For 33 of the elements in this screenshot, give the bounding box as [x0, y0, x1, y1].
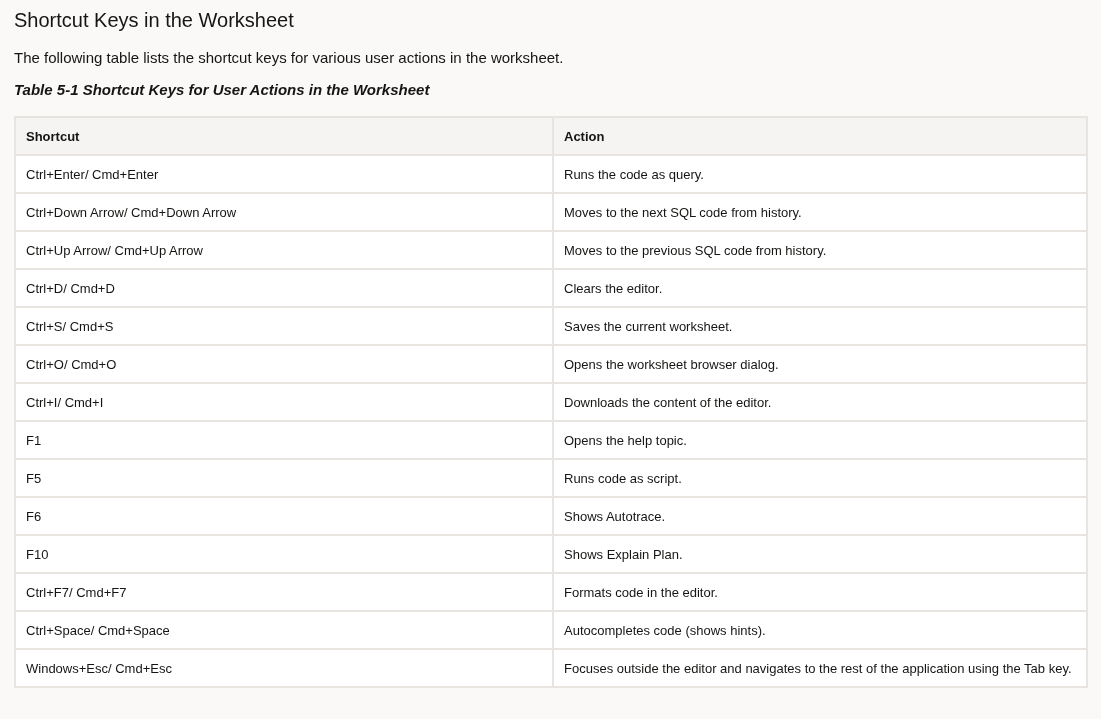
table-cell: Moves to the next SQL code from history.: [553, 193, 1087, 231]
table-cell: Autocompletes code (shows hints).: [553, 611, 1087, 649]
table-cell: Ctrl+S/ Cmd+S: [15, 307, 553, 345]
table-cell: Moves to the previous SQL code from history.: [553, 231, 1087, 269]
table-cell: Formats code in the editor.: [553, 573, 1087, 611]
table-cell: Ctrl+Up Arrow/ Cmd+Up Arrow: [15, 231, 553, 269]
page-heading: Shortcut Keys in the Worksheet: [14, 8, 295, 33]
column-header: Shortcut: [15, 117, 553, 155]
table-cell: Shows Autotrace.: [553, 497, 1087, 535]
table-cell: Ctrl+Enter/ Cmd+Enter: [15, 155, 553, 193]
table-caption: Table 5-1 Shortcut Keys for User Actions in the Worksheet: [14, 80, 431, 100]
table-cell: Opens the help topic.: [553, 421, 1087, 459]
table-cell: Opens the worksheet browser dialog.: [553, 345, 1087, 383]
table-cell: Windows+Esc/ Cmd+Esc: [15, 649, 553, 687]
table-cell: Ctrl+Space/ Cmd+Space: [15, 611, 553, 649]
table-cell: F10: [15, 535, 553, 573]
table-cell: Ctrl+O/ Cmd+O: [15, 345, 553, 383]
table-cell: Ctrl+F7/ Cmd+F7: [15, 573, 553, 611]
table-cell: F5: [15, 459, 553, 497]
intro-text: The following table lists the shortcut keys for various user actions in the worksheet.: [14, 48, 565, 68]
table-cell: Ctrl+Down Arrow/ Cmd+Down Arrow: [15, 193, 553, 231]
column-header: Action: [553, 117, 1087, 155]
table-cell: Ctrl+I/ Cmd+I: [15, 383, 553, 421]
table-cell: F1: [15, 421, 553, 459]
table-cell: Downloads the content of the editor.: [553, 383, 1087, 421]
table-cell: Shows Explain Plan.: [553, 535, 1087, 573]
table-cell: Ctrl+D/ Cmd+D: [15, 269, 553, 307]
table-cell: Clears the editor.: [553, 269, 1087, 307]
table-cell: Runs code as script.: [553, 459, 1087, 497]
table-cell: F6: [15, 497, 553, 535]
table-cell: Runs the code as query.: [553, 155, 1087, 193]
table-cell: Saves the current worksheet.: [553, 307, 1087, 345]
table-cell: Focuses outside the editor and navigates to the rest of the application using the Tab key.: [553, 649, 1087, 687]
